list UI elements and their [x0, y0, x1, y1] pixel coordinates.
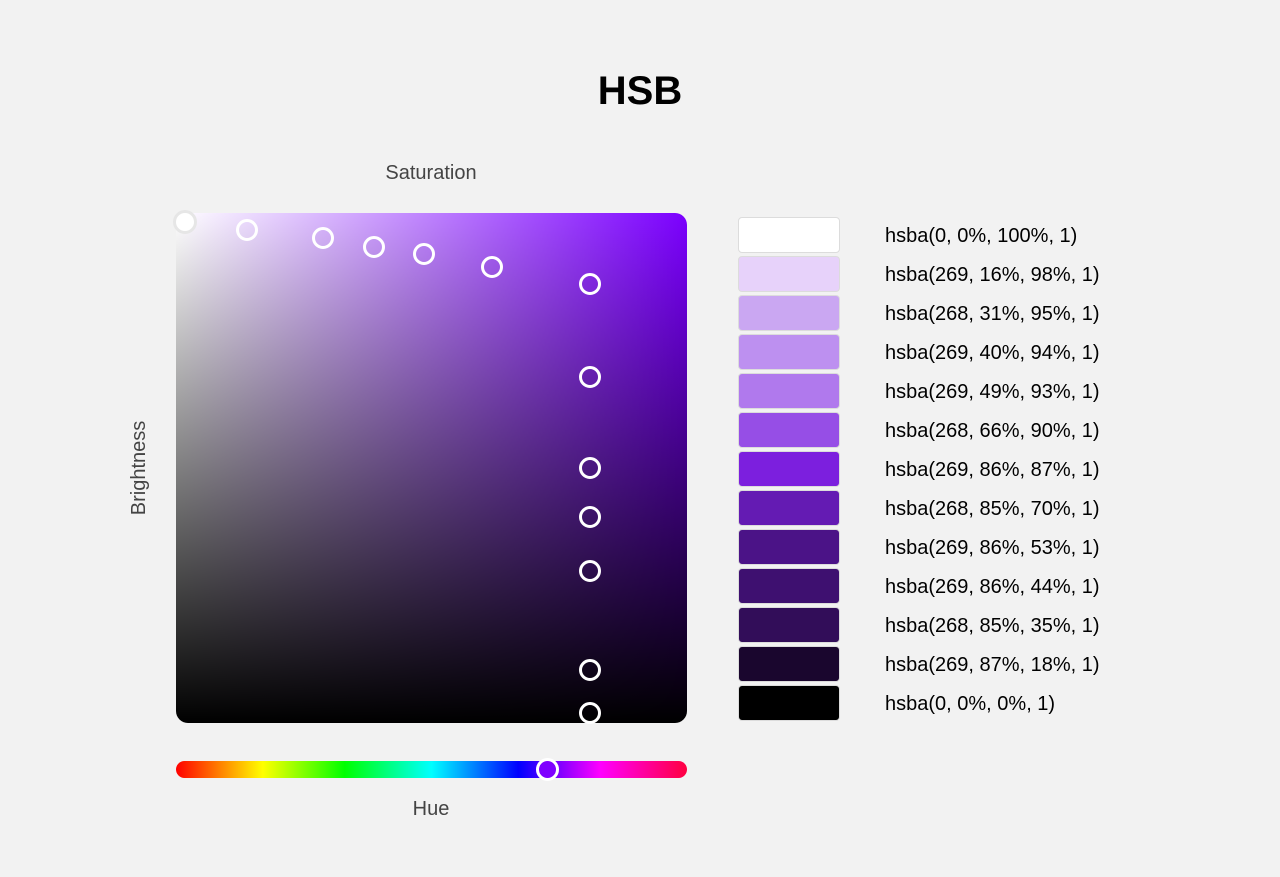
swatch-label-12: hsba(0, 0%, 0%, 1) [885, 693, 1056, 715]
swatch-8[interactable] [738, 529, 840, 565]
saturation-brightness-area[interactable] [176, 213, 687, 723]
swatch-label-10: hsba(268, 85%, 35%, 1) [885, 615, 1100, 637]
color-handle-12[interactable] [579, 702, 601, 724]
color-handle-0[interactable] [173, 210, 197, 234]
swatch-1[interactable] [738, 256, 840, 292]
color-handle-4[interactable] [413, 243, 435, 265]
color-handle-6[interactable] [579, 273, 601, 295]
hue-axis-label: Hue [412, 798, 450, 820]
swatch-3[interactable] [738, 334, 840, 370]
color-handle-8[interactable] [579, 457, 601, 479]
swatch-6[interactable] [738, 451, 840, 487]
color-handle-11[interactable] [579, 659, 601, 681]
swatch-label-9: hsba(269, 86%, 44%, 1) [885, 576, 1100, 598]
color-handle-10[interactable] [579, 560, 601, 582]
color-handle-3[interactable] [363, 236, 385, 258]
swatch-label-6: hsba(269, 86%, 87%, 1) [885, 459, 1100, 481]
swatch-label-3: hsba(269, 40%, 94%, 1) [885, 342, 1100, 364]
swatch-label-7: hsba(268, 85%, 70%, 1) [885, 498, 1100, 520]
swatch-10[interactable] [738, 607, 840, 643]
color-handle-9[interactable] [579, 506, 601, 528]
swatch-label-11: hsba(269, 87%, 18%, 1) [885, 654, 1100, 676]
swatch-12[interactable] [738, 685, 840, 721]
color-handle-7[interactable] [579, 366, 601, 388]
swatch-label-4: hsba(269, 49%, 93%, 1) [885, 381, 1100, 403]
brightness-axis-label: Brightness [128, 420, 150, 516]
hue-slider-track[interactable] [176, 761, 687, 778]
swatch-label-0: hsba(0, 0%, 100%, 1) [885, 225, 1078, 247]
swatch-label-1: hsba(269, 16%, 98%, 1) [885, 264, 1100, 286]
swatch-9[interactable] [738, 568, 840, 604]
swatch-label-5: hsba(268, 66%, 90%, 1) [885, 420, 1100, 442]
color-handle-5[interactable] [481, 256, 503, 278]
saturation-axis-label: Saturation [385, 162, 477, 184]
swatch-7[interactable] [738, 490, 840, 526]
swatch-0[interactable] [738, 217, 840, 253]
color-handle-1[interactable] [236, 219, 258, 241]
page-title: HSB [597, 69, 683, 113]
swatch-label-8: hsba(269, 86%, 53%, 1) [885, 537, 1100, 559]
hue-slider-thumb[interactable] [536, 758, 559, 781]
swatch-5[interactable] [738, 412, 840, 448]
swatch-4[interactable] [738, 373, 840, 409]
swatch-11[interactable] [738, 646, 840, 682]
color-handle-2[interactable] [312, 227, 334, 249]
swatch-2[interactable] [738, 295, 840, 331]
swatch-label-2: hsba(268, 31%, 95%, 1) [885, 303, 1100, 325]
